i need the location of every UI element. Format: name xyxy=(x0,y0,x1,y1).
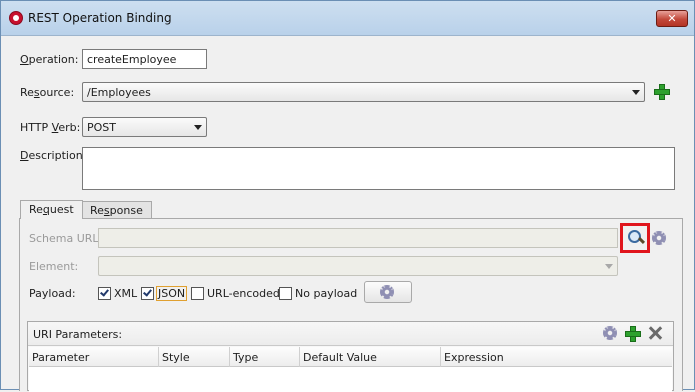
element-label: Element: xyxy=(29,260,79,273)
column-header-default-value[interactable]: Default Value xyxy=(300,347,441,367)
column-header-style[interactable]: Style xyxy=(159,347,230,367)
element-select[interactable] xyxy=(98,256,618,276)
gear-icon xyxy=(380,285,394,299)
xml-label: XML xyxy=(114,287,138,300)
window-title: REST Operation Binding xyxy=(28,11,172,25)
schema-url-label: Schema URL: xyxy=(29,232,103,245)
add-parameter-plus-icon[interactable] xyxy=(625,326,641,342)
gear-icon[interactable] xyxy=(603,326,617,340)
tab-response[interactable]: Response xyxy=(81,201,152,219)
schema-url-input[interactable] xyxy=(98,228,618,248)
url-encoded-checkbox[interactable] xyxy=(191,287,204,300)
http-verb-value: POST xyxy=(87,121,116,134)
payload-label: Payload: xyxy=(29,287,76,300)
column-header-parameter[interactable]: Parameter xyxy=(29,347,159,367)
resource-label: Resource: xyxy=(20,86,75,99)
magnifier-icon xyxy=(628,230,642,244)
tab-request[interactable]: Request xyxy=(20,200,83,219)
delete-icon[interactable] xyxy=(648,326,662,340)
title-bar[interactable]: REST Operation Binding ✕ xyxy=(1,1,694,36)
no-payload-label: No payload xyxy=(295,287,358,300)
rest-operation-binding-dialog: REST Operation Binding ✕ Operation: crea… xyxy=(0,0,695,392)
url-encoded-label: URL-encoded xyxy=(207,287,280,300)
http-verb-select[interactable]: POST xyxy=(82,117,207,137)
chevron-down-icon xyxy=(632,90,640,95)
operation-input[interactable]: createEmployee xyxy=(82,49,207,69)
uri-parameters-panel: URI Parameters: Parameter Style Type Def… xyxy=(27,321,674,392)
payload-settings-button[interactable] xyxy=(364,281,412,303)
schema-search-button[interactable] xyxy=(620,223,650,253)
check-mark-icon xyxy=(143,287,152,297)
column-header-expression[interactable]: Expression xyxy=(441,347,672,367)
column-header-type[interactable]: Type xyxy=(230,347,300,367)
gear-icon[interactable] xyxy=(652,231,666,245)
operation-label: Operation: xyxy=(20,53,79,66)
resource-select[interactable]: /Employees xyxy=(82,82,645,102)
check-mark-icon xyxy=(100,287,109,297)
uri-parameters-title: URI Parameters: xyxy=(33,328,123,341)
chevron-down-icon xyxy=(194,125,202,130)
resource-value: /Employees xyxy=(87,86,151,99)
close-button[interactable]: ✕ xyxy=(656,10,688,27)
json-label: JSON xyxy=(156,286,188,301)
description-input[interactable] xyxy=(82,147,675,190)
oracle-app-icon xyxy=(9,11,23,25)
http-verb-label: HTTP Verb: xyxy=(20,121,81,134)
add-resource-plus-icon[interactable] xyxy=(654,84,670,100)
no-payload-checkbox[interactable] xyxy=(279,287,292,300)
uri-parameters-table[interactable]: Parameter Style Type Default Value Expre… xyxy=(29,347,672,392)
table-header: Parameter Style Type Default Value Expre… xyxy=(29,347,672,367)
chevron-down-icon xyxy=(605,264,613,269)
json-checkbox[interactable] xyxy=(141,287,154,300)
xml-checkbox[interactable] xyxy=(98,287,111,300)
description-label: Description: xyxy=(20,149,87,162)
uri-parameters-header: URI Parameters: xyxy=(28,322,673,346)
